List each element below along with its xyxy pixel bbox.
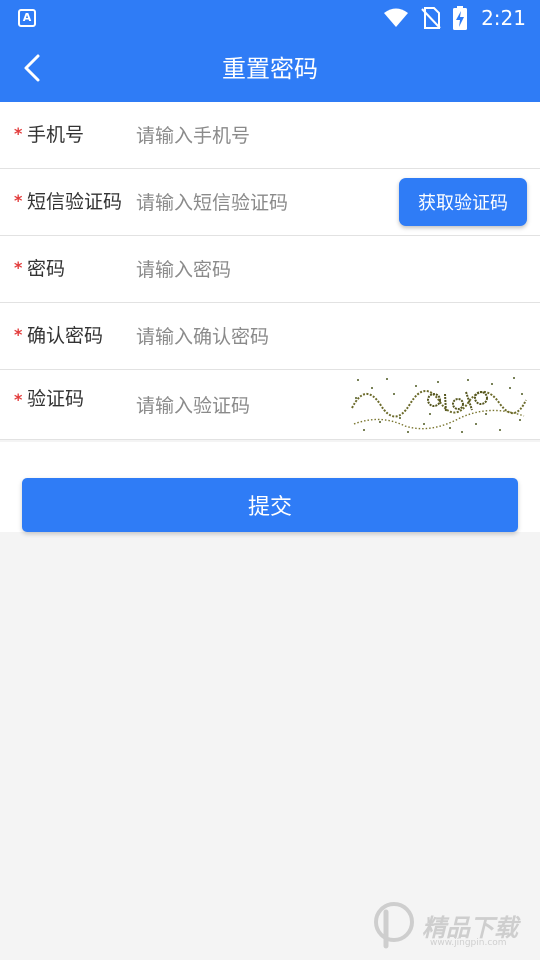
watermark-logo-icon xyxy=(374,902,414,949)
captcha-label: 验证码 xyxy=(27,388,85,410)
sms-code-row: * 短信验证码 获取验证码 xyxy=(0,169,540,236)
password-label: 密码 xyxy=(27,258,66,280)
wifi-icon xyxy=(384,8,409,27)
chevron-left-icon xyxy=(24,54,40,82)
password-input[interactable] xyxy=(136,250,386,290)
confirm-password-input[interactable] xyxy=(136,317,386,357)
status-icons: 2:21 xyxy=(383,0,526,36)
required-mark: * xyxy=(14,124,23,143)
phone-input[interactable] xyxy=(136,116,386,156)
app-header: 重置密码 xyxy=(0,36,540,102)
captcha-row: * 验证码 xyxy=(0,370,540,440)
no-sim-icon xyxy=(421,7,441,29)
required-mark: * xyxy=(14,325,23,344)
back-button[interactable] xyxy=(16,50,52,86)
captcha-image[interactable] xyxy=(350,374,528,436)
password-row: * 密码 xyxy=(0,236,540,303)
status-bar: A 2:21 xyxy=(0,0,540,36)
page-title: 重置密码 xyxy=(222,55,318,83)
captcha-input[interactable] xyxy=(136,386,386,426)
phone-label: 手机号 xyxy=(27,124,85,146)
get-sms-code-button[interactable]: 获取验证码 xyxy=(399,178,527,226)
status-time: 2:21 xyxy=(481,6,526,30)
confirm-password-row: * 确认密码 xyxy=(0,303,540,370)
watermark-url: www.jingpin.com xyxy=(430,938,507,948)
reset-password-form: * 手机号 * 短信验证码 获取验证码 * 密码 * 确认密码 * 验证码 xyxy=(0,102,540,440)
submit-button[interactable]: 提交 xyxy=(22,478,518,532)
accessibility-a-icon: A xyxy=(18,9,36,27)
required-mark: * xyxy=(14,258,23,277)
sms-code-input[interactable] xyxy=(136,183,386,223)
watermark: 精品下载 www.jingpin.com xyxy=(372,898,532,954)
required-mark: * xyxy=(14,191,23,210)
battery-charging-icon xyxy=(453,6,468,30)
sms-code-label: 短信验证码 xyxy=(27,191,123,213)
confirm-password-label: 确认密码 xyxy=(27,325,104,347)
required-mark: * xyxy=(14,390,23,409)
phone-row: * 手机号 xyxy=(0,102,540,169)
